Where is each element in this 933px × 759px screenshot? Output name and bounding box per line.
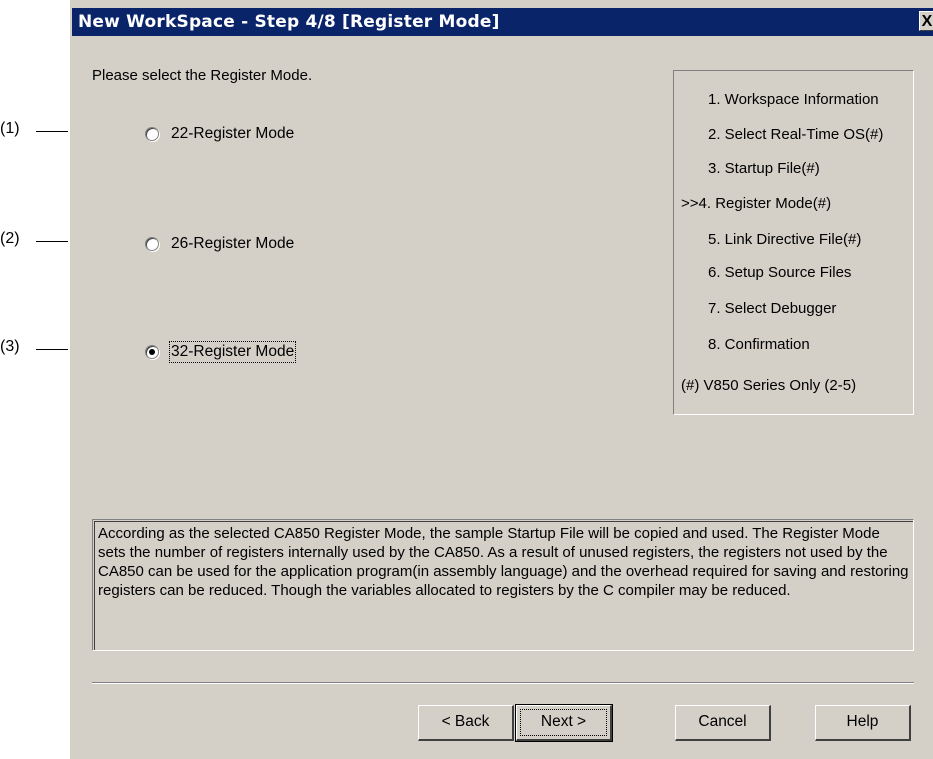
close-button[interactable]: X [919,11,933,31]
step-7: 7. Select Debugger [708,300,837,317]
description-box: According as the selected CA850 Register… [92,519,914,651]
radio-button-26[interactable] [145,237,159,251]
description-text: According as the selected CA850 Register… [94,521,913,650]
close-icon: X [921,13,933,30]
radio-22-register[interactable]: 22-Register Mode [145,123,294,145]
step-2: 2. Select Real-Time OS(#) [708,126,884,143]
step-4-current: >>4. Register Mode(#) [681,195,832,212]
radio-label-26[interactable]: 26-Register Mode [171,235,294,253]
radio-label-32[interactable]: 32-Register Mode [168,341,297,363]
radio-26-register[interactable]: 26-Register Mode [145,233,294,255]
back-button[interactable]: < Back [418,705,514,741]
callout-3-label: (3) [0,338,20,355]
next-button[interactable]: Next > [515,704,613,742]
prompt-text: Please select the Register Mode. [92,67,313,84]
callout-2: (2) [0,230,20,248]
radio-button-32[interactable] [145,345,159,359]
step-8: 8. Confirmation [708,336,810,353]
help-button-label: Help [846,713,879,730]
steps-panel: 1. Workspace Information 2. Select Real-… [673,70,914,415]
step-1: 1. Workspace Information [708,91,879,108]
radio-32-register[interactable]: 32-Register Mode [145,341,297,363]
help-button[interactable]: Help [815,705,911,741]
steps-note: (#) V850 Series Only (2-5) [681,377,857,394]
title-bar[interactable]: New WorkSpace - Step 4/8 [Register Mode]… [72,8,933,36]
cancel-button-label: Cancel [698,713,747,730]
step-5: 5. Link Directive File(#) [708,231,862,248]
wizard-dialog: New WorkSpace - Step 4/8 [Register Mode]… [68,0,933,759]
callout-3: (3) [0,338,20,356]
radio-label-22[interactable]: 22-Register Mode [171,125,294,143]
next-focus-rect [520,709,607,736]
step-3: 3. Startup File(#) [708,160,820,177]
callout-1-label: (1) [0,120,20,137]
window-title: New WorkSpace - Step 4/8 [Register Mode] [78,12,500,32]
button-separator [92,682,914,684]
callout-1: (1) [0,120,20,138]
step-6: 6. Setup Source Files [708,264,852,281]
callout-2-label: (2) [0,230,20,247]
radio-button-22[interactable] [145,127,159,141]
back-button-label: < Back [441,713,490,730]
cancel-button[interactable]: Cancel [675,705,771,741]
